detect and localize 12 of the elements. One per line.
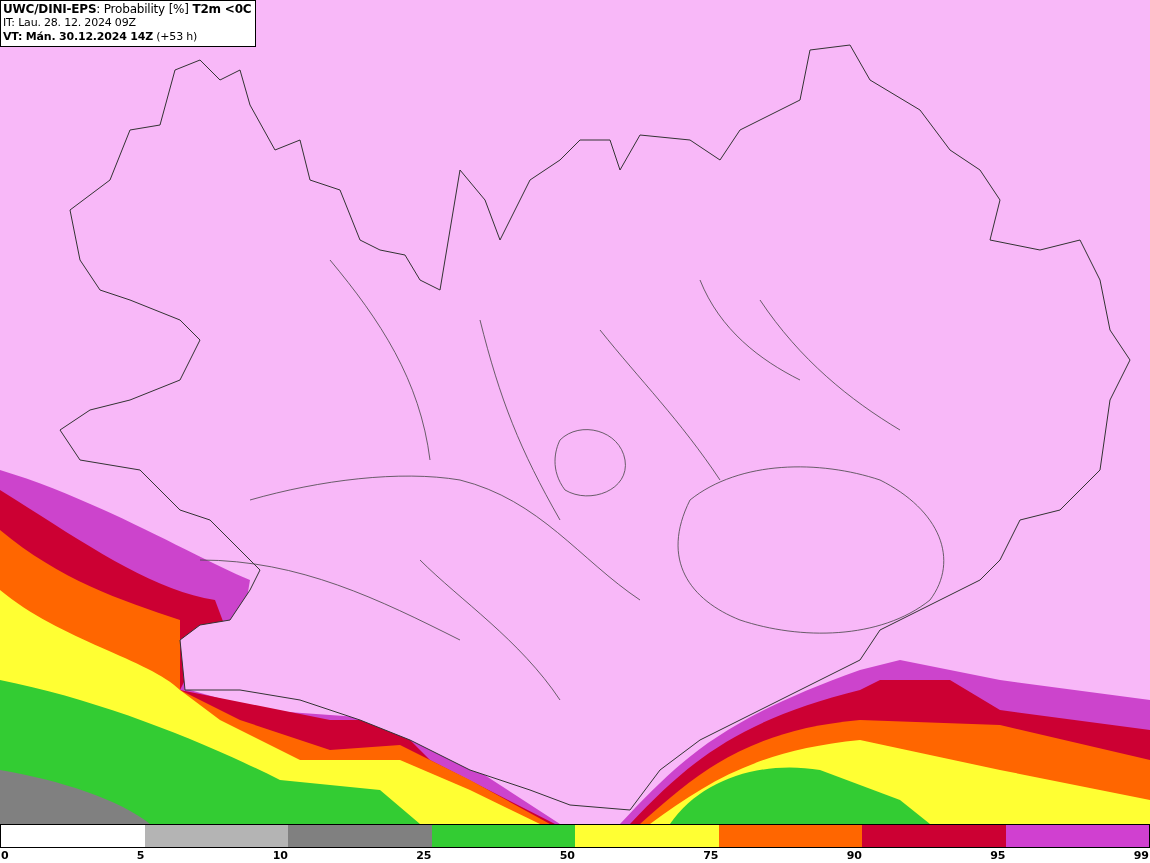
map-info-text: VT: Mán. 30.12.2024 14Z (+53 h) bbox=[3, 30, 199, 44]
legend-label: 75 bbox=[703, 848, 719, 863]
map-info-text: IT: Lau. 28. 12. 2024 09Z bbox=[3, 16, 137, 30]
legend-label: 50 bbox=[559, 848, 575, 863]
legend-label: 10 bbox=[272, 848, 288, 863]
legend-label: 0 bbox=[1, 848, 9, 863]
legend-label: 5 bbox=[136, 848, 145, 863]
map-info-text: UWC/DINI-EPS: Probability [%] T2m <0C bbox=[3, 2, 252, 16]
legend-label: 90 bbox=[846, 848, 862, 863]
legend-label: 95 bbox=[990, 848, 1006, 863]
legend-label: 25 bbox=[416, 848, 432, 863]
legend-label: 99 bbox=[1133, 848, 1149, 863]
